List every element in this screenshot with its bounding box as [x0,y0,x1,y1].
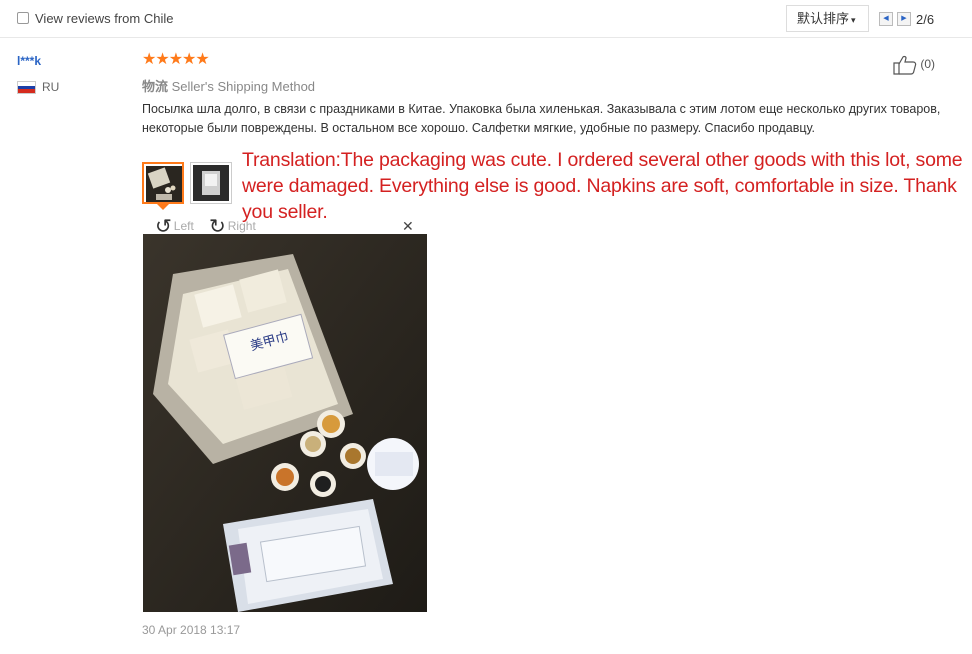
thumbnail-image-1 [146,166,182,202]
star-rating: ★★★★★ [142,51,210,68]
helpful-count: (0) [920,57,936,72]
review-photo-thumbnail-1[interactable] [142,162,184,204]
prev-page-button[interactable]: ◀ [879,12,893,26]
caret-right-icon: ▶ [901,15,907,22]
russia-flag-icon [17,81,36,94]
page-indicator: 2/6 [916,12,935,27]
thumbs-up-icon [893,55,917,75]
sort-dropdown[interactable]: 默认排序 ▾ [786,5,869,32]
country-filter-checkbox[interactable] [17,12,29,24]
thumbnail-image-2 [193,165,229,201]
translation-annotation: Translation:The packaging was cute. I or… [242,149,963,223]
shipping-method: 物流 Seller's Shipping Method [142,76,315,95]
helpful-button[interactable]: (0) [893,55,935,75]
caret-left-icon: ◀ [883,15,889,22]
review-text: Посылка шла долго, в связи с праздниками… [142,102,941,135]
rotate-left-label: Left [173,219,194,233]
chevron-down-icon: ▾ [851,15,856,25]
review-date: 30 Apr 2018 13:17 [142,623,241,637]
shipping-method-text: Seller's Shipping Method [168,79,316,94]
sort-label: 默认排序 [797,11,850,26]
reviewer-name[interactable]: l***k [17,54,41,68]
shipping-cn-label: 物流 [142,79,169,94]
review-photo-image: 美甲巾 [143,234,427,612]
active-thumbnail-indicator [157,204,169,210]
next-page-button[interactable]: ▶ [897,12,911,26]
country-filter-label[interactable]: View reviews from Chile [35,11,173,26]
reviewer-country: RU [42,80,60,94]
review-toolbar: View reviews from Chile 默认排序 ▾ ◀ ▶ 2/6 [0,0,972,38]
flag-stripe-red [18,89,35,93]
review-photo-thumbnail-2[interactable] [190,162,232,204]
review-photo: 美甲巾 [143,234,427,612]
